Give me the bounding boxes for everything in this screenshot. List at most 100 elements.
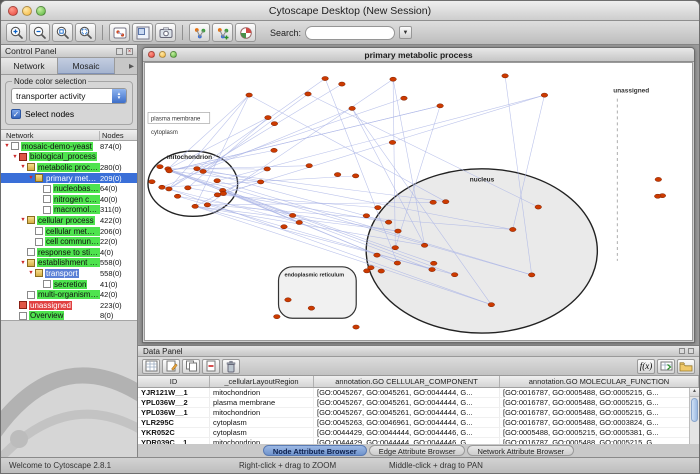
network-node[interactable] [442,200,449,204]
network-node[interactable] [364,269,371,273]
network-node[interactable] [264,167,271,171]
network-node[interactable] [308,306,315,310]
zoom-selected-icon[interactable] [52,23,73,42]
tree-expander-icon[interactable]: ▼ [27,175,35,181]
tab-scroll-right-icon[interactable]: ▶ [115,58,137,74]
vizmapper-icon[interactable] [235,23,256,42]
network-node[interactable] [185,186,192,190]
nodes-column-header[interactable]: Nodes [99,131,137,140]
network-tree-item[interactable]: unassigned223(0) [1,300,137,311]
network-node[interactable] [385,220,392,224]
attribute-select-icon[interactable] [142,359,160,374]
network-node[interactable] [390,77,397,81]
network-node[interactable] [421,243,428,247]
tab-mosaic[interactable]: Mosaic [58,58,115,74]
network-tree-item[interactable]: Overview8(0) [1,311,137,322]
tree-expander-icon[interactable]: ▼ [3,143,11,149]
network-node[interactable] [437,104,444,108]
network-node[interactable] [374,253,381,257]
network-tree-item[interactable]: ▼biological_process [1,152,137,163]
network-tree-item[interactable]: ▼transport558(0) [1,268,137,279]
attribute-create-icon[interactable] [162,359,180,374]
tab-node-attribute-browser[interactable]: Node Attribute Browser [263,445,367,456]
network-node[interactable] [378,269,385,273]
zoom-out-icon[interactable] [29,23,50,42]
snapshot-icon[interactable] [155,23,176,42]
network-tree-item[interactable]: secretion41(0) [1,279,137,290]
scroll-up-icon[interactable]: ▲ [690,388,699,397]
network-node[interactable] [353,325,360,329]
search-options-arrow-icon[interactable]: ▼ [399,26,412,39]
close-view-button[interactable] [148,51,155,58]
network-node[interactable] [285,298,292,302]
tab-edge-attribute-browser[interactable]: Edge Attribute Browser [369,445,466,456]
network-node[interactable] [334,173,341,177]
table-row[interactable]: YPL036W__2plasma membrane[GO:0045267, GO… [138,398,699,408]
network-tree-item[interactable]: macromolecule met...311(0) [1,205,137,216]
nucleus-region[interactable] [366,169,597,333]
network-node[interactable] [305,92,312,96]
network-column-header[interactable]: Network [1,131,99,140]
float-panel-icon[interactable] [116,48,123,55]
network-node[interactable] [451,273,458,277]
network-node[interactable] [363,214,370,218]
tree-expander-icon[interactable]: ▼ [19,260,27,266]
network-tree-item[interactable]: ▼establishment of loc...558(0) [1,258,137,269]
function-builder-icon[interactable]: f(x) [637,359,655,374]
tab-network-attribute-browser[interactable]: Network Attribute Browser [467,445,574,456]
select-nodes-checkbox[interactable]: ✓ [11,109,21,119]
network-tree-item[interactable]: multi-organism proc...42(0) [1,289,137,300]
column-header-3[interactable]: annotation.GO MOLECULAR_FUNCTION [500,376,699,387]
import-network-icon[interactable] [189,23,210,42]
tree-expander-icon[interactable]: ▼ [19,217,27,223]
network-node[interactable] [352,174,359,178]
network-node[interactable] [214,193,221,197]
network-tree-item[interactable]: ▼metabolic process280(0) [1,162,137,173]
tree-expander-icon[interactable]: ▼ [11,154,19,160]
minimize-button[interactable] [22,6,32,16]
import-table-icon[interactable] [657,359,675,374]
network-tree-item[interactable]: ▼cellular process422(0) [1,215,137,226]
network-node[interactable] [541,93,548,97]
network-node[interactable] [339,82,346,86]
network-node[interactable] [271,148,278,152]
network-node[interactable] [528,273,535,277]
table-scrollbar[interactable]: ▲ [689,388,699,444]
network-tree-item[interactable]: nucleobase, nucleos...64(0) [1,183,137,194]
network-node[interactable] [246,93,253,97]
network-node[interactable] [214,179,221,183]
network-tree-item[interactable]: ▼primary metabolic process209(0) [1,173,137,184]
trash-icon[interactable] [222,359,240,374]
network-node[interactable] [392,246,399,250]
node-color-dropdown[interactable]: transporter activity ▲▼ [11,88,127,104]
tab-network[interactable]: Network [1,58,58,74]
network-node[interactable] [289,213,296,217]
network-node[interactable] [430,261,437,265]
network-node[interactable] [159,185,166,189]
network-node[interactable] [157,165,164,169]
network-node[interactable] [502,74,509,78]
network-node[interactable] [265,116,272,120]
network-node[interactable] [306,164,313,168]
network-node[interactable] [192,204,199,208]
table-row[interactable]: YLR295Ccytoplasm[GO:0045263, GO:0046961,… [138,418,699,428]
network-node[interactable] [375,206,382,210]
network-node[interactable] [204,203,211,207]
network-canvas[interactable]: plasma membrane cytoplasm mitochondrion … [145,63,692,340]
birds-eye-view-icon[interactable] [132,23,153,42]
new-network-icon[interactable] [212,23,233,42]
column-header-1[interactable]: _cellularLayoutRegion [210,376,314,387]
minimize-view-button[interactable] [159,51,166,58]
network-node[interactable] [535,205,542,209]
column-header-0[interactable]: ID [138,376,210,387]
network-node[interactable] [257,180,264,184]
float-data-panel-icon[interactable] [679,348,685,354]
network-node[interactable] [322,76,329,80]
network-node[interactable] [349,106,356,110]
network-node[interactable] [655,177,662,181]
tree-expander-icon[interactable]: ▼ [19,164,27,170]
table-row[interactable]: YPL036W__1mitochondrion[GO:0045267, GO:0… [138,408,699,418]
network-node[interactable] [488,303,495,307]
network-node[interactable] [654,194,661,198]
network-tree-item[interactable]: cell communication22(0) [1,236,137,247]
